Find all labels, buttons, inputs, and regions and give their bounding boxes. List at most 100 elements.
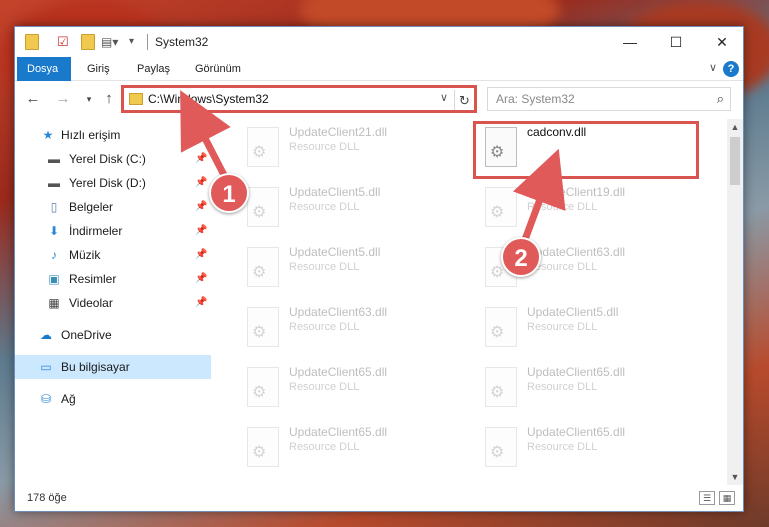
nav-item-ag[interactable]: ⛁ Ağ (15, 387, 211, 411)
file-item[interactable]: UpdateClient5.dll Resource DLL (237, 183, 457, 239)
scrollbar-thumb[interactable] (730, 137, 740, 185)
step-badge-1: 1 (209, 173, 249, 213)
file-type: Resource DLL (289, 321, 360, 333)
item-count: 178 öğe (27, 492, 67, 504)
file-item[interactable]: UpdateClient65.dll Resource DLL (475, 423, 695, 479)
nav-item-muzik[interactable]: ♪ Müzik 📌 (15, 243, 211, 267)
file-item[interactable]: UpdateClient65.dll Resource DLL (237, 363, 457, 419)
pin-icon[interactable]: 📌 (195, 243, 207, 267)
drive-icon: ▬ (48, 176, 60, 190)
pin-icon[interactable]: 📌 (195, 219, 207, 243)
nav-item-hizli-erisim[interactable]: ★ Hızlı erişim (15, 123, 211, 147)
file-item[interactable]: UpdateClient65.dll Resource DLL (475, 363, 695, 419)
star-icon: ★ (42, 128, 54, 142)
nav-item-belgeler[interactable]: ▯ Belgeler 📌 (15, 195, 211, 219)
nav-item-videolar[interactable]: ▦ Videolar 📌 (15, 291, 211, 315)
file-item[interactable]: UpdateClient5.dll Resource DLL (237, 243, 457, 299)
nav-item-resimler[interactable]: ▣ Resimler 📌 (15, 267, 211, 291)
vertical-scrollbar[interactable]: ▲ ▼ (727, 119, 743, 485)
recent-locations-icon[interactable]: ▾ (79, 89, 99, 109)
file-item[interactable]: UpdateClient5.dll Resource DLL (475, 303, 695, 359)
music-icon: ♪ (51, 248, 57, 262)
file-name: UpdateClient5.dll (289, 245, 381, 259)
file-name: UpdateClient21.dll (289, 125, 388, 139)
dll-file-icon (485, 187, 517, 227)
dll-file-icon (485, 427, 517, 467)
large-icons-view-icon[interactable]: ▦ (719, 491, 735, 505)
nav-item-onedrive[interactable]: ☁ OneDrive (15, 323, 211, 347)
nav-label: Bu bilgisayar (61, 360, 130, 374)
nav-item-yerel-disk-c[interactable]: ▬ Yerel Disk (C:) 📌 (15, 147, 211, 171)
quick-access-dropdown-icon[interactable]: ▾ (129, 34, 143, 50)
file-type: Resource DLL (527, 321, 598, 333)
file-name: UpdateClient5.dll (527, 305, 619, 319)
pictures-icon: ▣ (48, 272, 60, 286)
customize-icon[interactable]: ▤▾ (101, 34, 118, 50)
ribbon-tabs: Dosya Giriş Paylaş Görünüm ∨ ? (15, 57, 743, 81)
help-icon[interactable]: ? (723, 61, 739, 77)
drive-icon: ▬ (48, 152, 60, 166)
properties-icon[interactable]: ☑ (57, 34, 71, 50)
step-badge-2: 2 (501, 237, 541, 277)
dll-file-icon (247, 427, 279, 467)
back-arrow-icon[interactable]: ← (23, 89, 43, 109)
search-placeholder: Ara: System32 (496, 92, 575, 106)
nav-label: OneDrive (61, 328, 112, 342)
file-item[interactable]: UpdateClient63.dll Resource DLL (237, 303, 457, 359)
file-item[interactable]: UpdateClient65.dll Resource DLL (237, 423, 457, 479)
tab-giris[interactable]: Giriş (77, 57, 120, 81)
dll-file-icon (247, 127, 279, 167)
tab-dosya[interactable]: Dosya (17, 57, 71, 81)
file-item[interactable]: UpdateClient21.dll Resource DLL (237, 123, 457, 179)
file-name: UpdateClient65.dll (527, 365, 626, 379)
nav-item-indirmeler[interactable]: ⬇ İndirmeler 📌 (15, 219, 211, 243)
nav-item-yerel-disk-d[interactable]: ▬ Yerel Disk (D:) 📌 (15, 171, 211, 195)
status-bar: 178 öğe ☰ ▦ (15, 487, 743, 511)
file-item[interactable]: UpdateClient19.dll Resource DLL (475, 183, 695, 239)
folder-icon (25, 34, 39, 50)
file-name: UpdateClient65.dll (527, 425, 626, 439)
file-type: Resource DLL (527, 201, 598, 213)
pin-icon[interactable]: 📌 (195, 147, 207, 171)
search-input[interactable]: Ara: System32 ⌕ (487, 87, 731, 111)
pin-icon[interactable]: 📌 (195, 171, 207, 195)
forward-arrow-icon[interactable]: → (53, 89, 73, 109)
file-type: Resource DLL (527, 381, 598, 393)
tab-gorunum[interactable]: Görünüm (185, 57, 251, 81)
search-icon[interactable]: ⌕ (717, 91, 724, 107)
dll-file-icon (485, 367, 517, 407)
nav-label: Resimler (69, 272, 117, 286)
maximize-button[interactable]: ☐ (653, 27, 699, 57)
pin-icon[interactable]: 📌 (195, 291, 207, 315)
tab-paylas[interactable]: Paylaş (127, 57, 180, 81)
network-icon: ⛁ (40, 392, 52, 406)
window-title: System32 (155, 35, 209, 49)
nav-label: Ağ (61, 392, 76, 406)
nav-label: Videolar (69, 296, 113, 310)
pin-icon[interactable]: 📌 (195, 267, 207, 291)
minimize-button[interactable]: — (607, 27, 653, 57)
file-list: UpdateClient21.dll Resource DLL cadconv.… (211, 119, 727, 483)
scroll-up-icon[interactable]: ▲ (727, 119, 743, 135)
file-type: Resource DLL (289, 441, 360, 453)
file-type: Resource DLL (527, 441, 598, 453)
up-arrow-icon[interactable]: ↑ (99, 89, 119, 109)
dll-file-icon (247, 187, 279, 227)
ribbon-expand-icon[interactable]: ∨ (709, 61, 717, 74)
nav-item-bu-bilgisayar[interactable]: ▭ Bu bilgisayar (15, 355, 211, 379)
nav-label: Yerel Disk (D:) (69, 176, 146, 190)
title-bar: ☑ ▤▾ ▾ System32 — ☐ ✕ (15, 27, 743, 57)
details-view-icon[interactable]: ☰ (699, 491, 715, 505)
file-name: UpdateClient63.dll (527, 245, 626, 259)
nav-label: Belgeler (69, 200, 114, 214)
pin-icon[interactable]: 📌 (195, 195, 207, 219)
videos-icon: ▦ (48, 296, 60, 310)
file-name: UpdateClient5.dll (289, 185, 381, 199)
scroll-down-icon[interactable]: ▼ (727, 469, 743, 485)
file-type: Resource DLL (289, 201, 360, 213)
dll-file-icon (485, 307, 517, 347)
new-folder-icon[interactable] (81, 34, 95, 50)
download-icon: ⬇ (48, 224, 60, 238)
close-button[interactable]: ✕ (699, 27, 745, 57)
nav-label: Müzik (69, 248, 101, 262)
